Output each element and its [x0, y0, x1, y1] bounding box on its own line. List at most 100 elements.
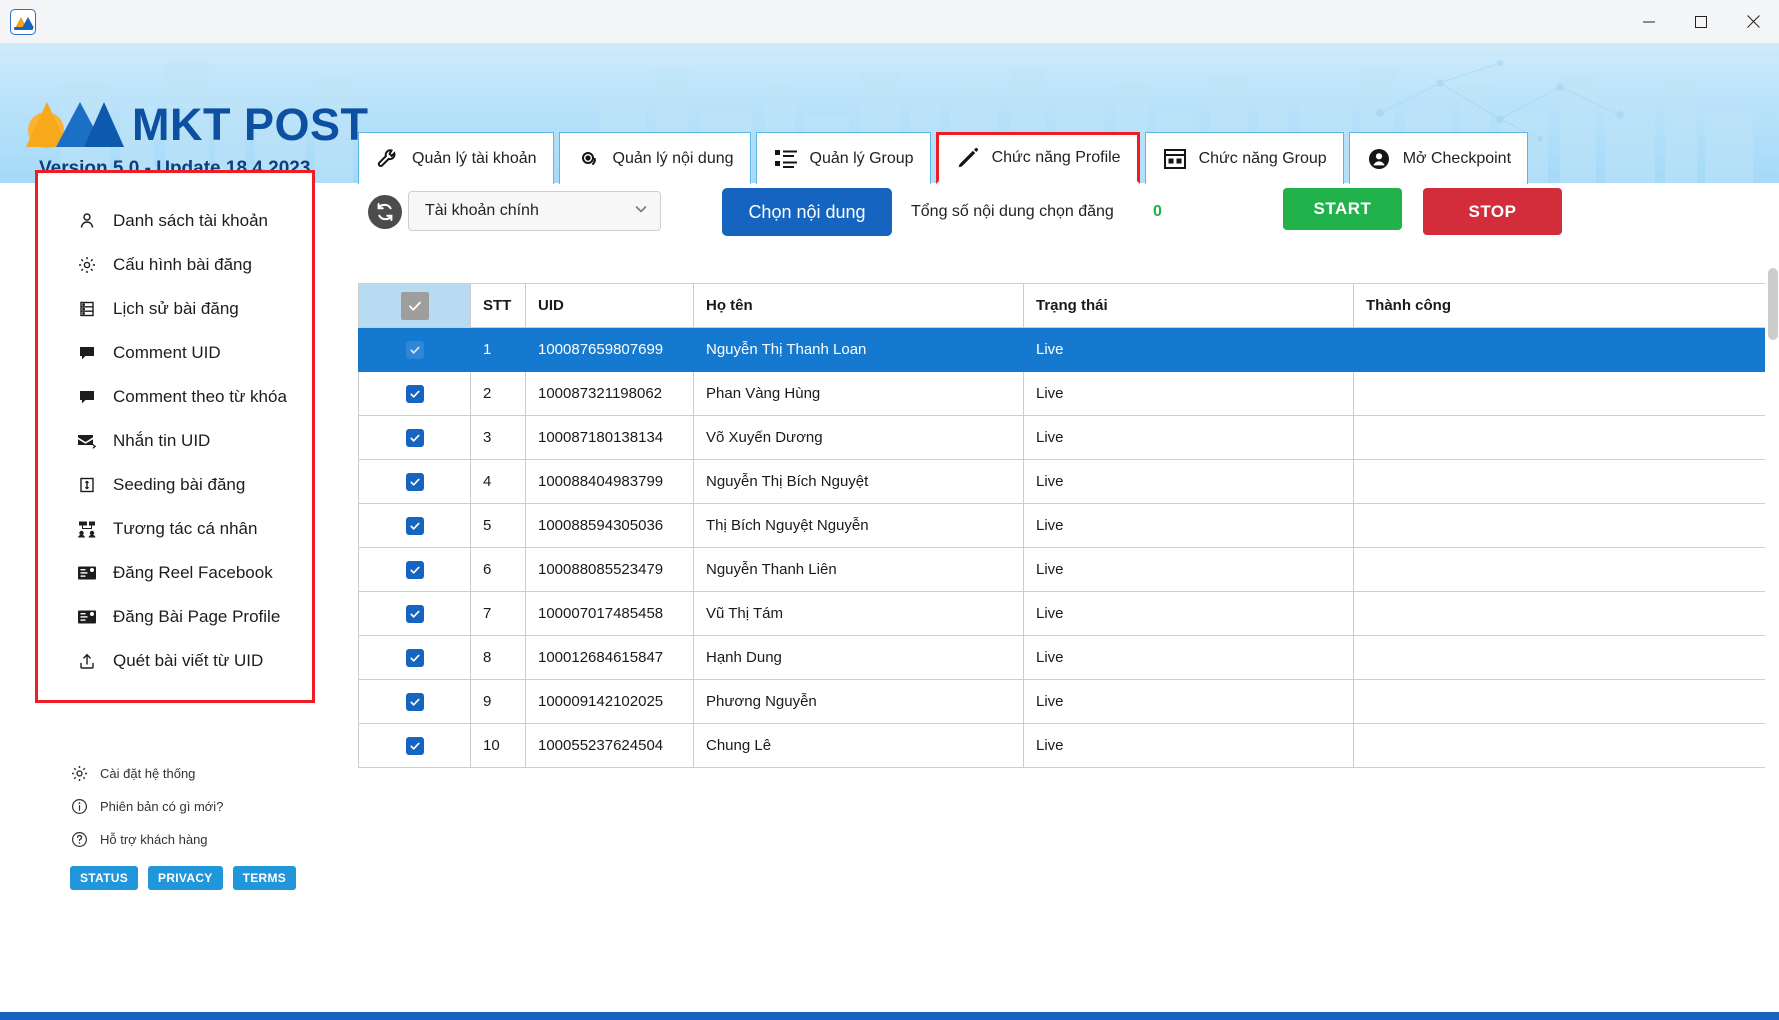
tab-quan-ly-group[interactable]: Quản lý Group — [755, 132, 931, 184]
row-checkbox-cell[interactable] — [358, 547, 471, 592]
scrollbar-thumb[interactable] — [1768, 268, 1778, 340]
row-checkbox[interactable] — [405, 736, 424, 755]
sidebar-item-comment-theo-tu-khoa[interactable]: Comment theo từ khóa — [38, 375, 312, 419]
chevron-down-icon — [632, 200, 650, 223]
row-checkbox-cell[interactable] — [358, 679, 471, 724]
sidebar-item-tuong-tac-ca-nhan[interactable]: Tương tác cá nhân — [38, 507, 312, 551]
sidebar-item-comment-uid[interactable]: Comment UID — [38, 331, 312, 375]
row-checkbox[interactable] — [405, 428, 424, 447]
left-sidebar: Danh sách tài khoản Cấu hình bài đăng Lị… — [0, 170, 352, 1020]
sidebar-item-nhan-tin-uid[interactable]: Nhắn tin UID — [38, 419, 312, 463]
content-toolbar: Tài khoản chính Chọn nội dung Tổng số nộ… — [358, 183, 1779, 267]
sidebar-item-cau-hinh-bai-dang[interactable]: Cấu hình bài đăng — [38, 243, 312, 287]
select-all-header[interactable] — [358, 283, 471, 328]
table-row[interactable]: 10 100055237624504 Chung Lê Live — [358, 723, 1769, 768]
stop-button[interactable]: STOP — [1423, 188, 1562, 235]
select-all-checkbox[interactable] — [400, 291, 429, 320]
cell-name: Phan Vàng Hùng — [693, 371, 1024, 416]
table-row[interactable]: 7 100007017485458 Vũ Thị Tám Live — [358, 591, 1769, 636]
close-icon[interactable] — [1727, 0, 1779, 43]
row-checkbox[interactable] — [405, 384, 424, 403]
cell-uid: 100087321198062 — [525, 371, 694, 416]
row-checkbox-cell[interactable] — [358, 371, 471, 416]
table-row[interactable]: 2 100087321198062 Phan Vàng Hùng Live — [358, 371, 1769, 416]
sidebar-menu-box: Danh sách tài khoản Cấu hình bài đăng Lị… — [35, 170, 315, 703]
table-row[interactable]: 5 100088594305036 Thị Bích Nguyệt Nguyễn… — [358, 503, 1769, 548]
row-checkbox-cell[interactable] — [358, 503, 471, 548]
post-card-icon — [77, 563, 97, 583]
help-icon — [70, 831, 88, 849]
row-checkbox-cell[interactable] — [358, 415, 471, 460]
cell-stt: 2 — [470, 371, 526, 416]
tab-chuc-nang-group[interactable]: Chức năng Group — [1144, 132, 1344, 184]
row-checkbox-cell[interactable] — [358, 327, 471, 372]
tab-mo-checkpoint[interactable]: Mở Checkpoint — [1348, 132, 1529, 184]
cell-stt: 5 — [470, 503, 526, 548]
cell-uid: 100009142102025 — [525, 679, 694, 724]
cell-stt: 4 — [470, 459, 526, 504]
tab-chuc-nang-profile[interactable]: Chức năng Profile — [935, 132, 1140, 184]
tab-label: Chức năng Profile — [991, 149, 1121, 166]
table-row[interactable]: 8 100012684615847 Hạnh Dung Live — [358, 635, 1769, 680]
pill-status[interactable]: STATUS — [70, 866, 139, 890]
table-row[interactable]: 1 100087659807699 Nguyễn Thị Thanh Loan … — [358, 327, 1769, 372]
gear-icon — [70, 765, 88, 783]
row-checkbox[interactable] — [405, 648, 424, 667]
cell-name: Hạnh Dung — [693, 635, 1024, 680]
refresh-icon[interactable] — [368, 195, 402, 229]
sidebar-item-dang-bai-page-profile[interactable]: Đăng Bài Page Profile — [38, 595, 312, 639]
grid-window-icon — [1162, 147, 1188, 171]
sidebar-item-quet-bai-viet-tu-uid[interactable]: Quét bài viết từ UID — [38, 639, 312, 683]
row-checkbox-cell[interactable] — [358, 635, 471, 680]
sidebar-item-seeding-bai-dang[interactable]: Seeding bài đăng — [38, 463, 312, 507]
cell-status: Live — [1023, 679, 1354, 724]
column-header-uid[interactable]: UID — [525, 283, 694, 328]
tab-quan-ly-noi-dung[interactable]: Quản lý nội dung — [558, 132, 751, 184]
cell-uid: 100087180138134 — [525, 415, 694, 460]
cell-success — [1353, 679, 1769, 724]
sidebar-menu-list: Danh sách tài khoản Cấu hình bài đăng Lị… — [38, 199, 312, 683]
choose-content-button[interactable]: Chọn nội dung — [722, 188, 892, 236]
table-row[interactable]: 4 100088404983799 Nguyễn Thị Bích Nguyệt… — [358, 459, 1769, 504]
footer-item-phien-ban-co-gi-moi[interactable]: Phiên bản có gì mới? — [70, 790, 223, 823]
row-checkbox[interactable] — [405, 516, 424, 535]
column-header-trang-thai[interactable]: Trạng thái — [1023, 283, 1354, 328]
row-checkbox[interactable] — [405, 560, 424, 579]
tab-quan-ly-tai-khoan[interactable]: Quản lý tài khoản — [358, 132, 554, 184]
window-controls — [1623, 0, 1779, 43]
sidebar-item-dang-reel-facebook[interactable]: Đăng Reel Facebook — [38, 551, 312, 595]
column-header-thanh-cong[interactable]: Thành công — [1353, 283, 1769, 328]
table-row[interactable]: 3 100087180138134 Võ Xuyến Dương Live — [358, 415, 1769, 460]
pill-terms[interactable]: TERMS — [232, 866, 297, 890]
account-select[interactable]: Tài khoản chính — [408, 191, 661, 231]
maximize-icon[interactable] — [1675, 0, 1727, 43]
column-header-ho-ten[interactable]: Họ tên — [693, 283, 1024, 328]
cell-name: Chung Lê — [693, 723, 1024, 768]
row-checkbox-cell[interactable] — [358, 459, 471, 504]
sidebar-item-danh-sach-tai-khoan[interactable]: Danh sách tài khoản — [38, 199, 312, 243]
footer-item-ho-tro-khach-hang[interactable]: Hỗ trợ khách hàng — [70, 823, 223, 856]
row-checkbox[interactable] — [405, 692, 424, 711]
table-body: 1 100087659807699 Nguyễn Thị Thanh Loan … — [358, 327, 1769, 768]
title-bar — [0, 0, 1779, 43]
footer-item-cai-dat-he-thong[interactable]: Cài đặt hệ thống — [70, 757, 223, 790]
table-row[interactable]: 6 100088085523479 Nguyễn Thanh Liên Live — [358, 547, 1769, 592]
row-checkbox[interactable] — [405, 340, 424, 359]
wrench-icon — [375, 147, 401, 171]
cell-stt: 1 — [470, 327, 526, 372]
minimize-icon[interactable] — [1623, 0, 1675, 43]
column-header-stt[interactable]: STT — [470, 283, 526, 328]
start-button[interactable]: START — [1283, 188, 1402, 230]
footer-item-label: Cài đặt hệ thống — [100, 766, 196, 781]
sidebar-item-label: Comment UID — [113, 343, 221, 362]
row-checkbox-cell[interactable] — [358, 591, 471, 636]
row-checkbox-cell[interactable] — [358, 723, 471, 768]
row-checkbox[interactable] — [405, 472, 424, 491]
row-checkbox[interactable] — [405, 604, 424, 623]
table-row[interactable]: 9 100009142102025 Phương Nguyễn Live — [358, 679, 1769, 724]
pencil-icon — [955, 146, 981, 170]
sidebar-item-lich-su-bai-dang[interactable]: Lịch sử bài đăng — [38, 287, 312, 331]
table-header-row: STT UID Họ tên Trạng thái Thành công — [358, 283, 1769, 328]
vertical-scrollbar[interactable] — [1765, 183, 1779, 1020]
pill-privacy[interactable]: PRIVACY — [148, 866, 223, 890]
